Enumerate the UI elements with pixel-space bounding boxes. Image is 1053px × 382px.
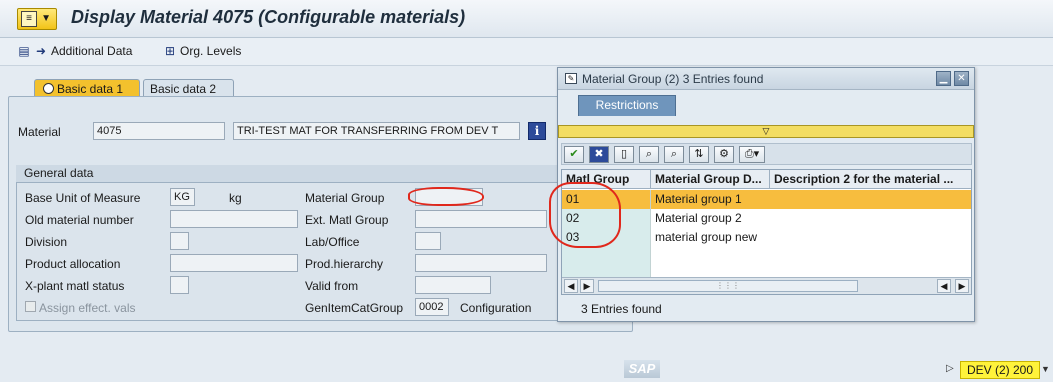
gen-item-cat-field[interactable]: 0002 <box>415 298 449 316</box>
minimize-button[interactable]: ▁ <box>936 71 951 86</box>
annotation-circle-group-keys <box>549 182 621 248</box>
empty-key-cell <box>562 247 651 277</box>
group-desc-cell: Material group 1 <box>655 192 742 206</box>
tab-label: Basic data 2 <box>150 82 217 96</box>
tab-restrictions[interactable]: Restrictions <box>578 95 676 116</box>
scroll-thumb[interactable]: ⋮⋮⋮ <box>598 280 858 292</box>
additional-data-button[interactable]: ▤ ➜ Additional Data <box>17 44 132 58</box>
xplant-status-field[interactable] <box>170 276 189 294</box>
org-levels-button[interactable]: ⊞ Org. Levels <box>163 44 241 58</box>
valid-from-field[interactable] <box>415 276 491 294</box>
system-menu-button[interactable]: ≡ ▼ <box>17 8 57 30</box>
group-desc-cell: Material group 2 <box>655 211 742 225</box>
result-grid: Matl Group Material Group D... Descripti… <box>561 169 972 295</box>
menu-icon: ≡ <box>21 11 37 27</box>
horizontal-scrollbar[interactable]: ◀ ▶ ⋮⋮⋮ ◀ ▶ <box>562 277 971 294</box>
base-uom-label: Base Unit of Measure <box>25 191 141 205</box>
general-data-title: General data <box>16 165 621 183</box>
restrictions-expand-bar[interactable]: ▽ <box>558 125 974 138</box>
material-number-field[interactable]: 4075 <box>93 122 225 140</box>
system-session-badge: DEV (2) 200 <box>960 361 1040 379</box>
gen-item-cat-text: Configuration <box>460 301 532 315</box>
sap-logo: SAP <box>624 360 660 378</box>
material-description-field[interactable]: TRI-TEST MAT FOR TRANSFERRING FROM DEV T <box>233 122 520 140</box>
lab-office-label: Lab/Office <box>305 235 360 249</box>
status-expand-icon[interactable]: ▷ <box>946 363 954 374</box>
application-toolbar: ▤ ➜ Additional Data ⊞ Org. Levels <box>0 38 1053 66</box>
group-desc-cell: material group new <box>655 230 758 244</box>
annotation-circle-material-group <box>408 187 484 206</box>
assign-effect-label: Assign effect. vals <box>39 301 136 315</box>
scroll-right-icon[interactable]: ▶ <box>580 279 594 293</box>
page-title: Display Material 4075 (Configurable mate… <box>71 7 466 27</box>
popup-edit-icon: ✎ <box>565 73 577 84</box>
table-row[interactable]: 02 Material group 2 <box>562 209 971 228</box>
grid-header: Matl Group Material Group D... Descripti… <box>562 170 971 189</box>
product-allocation-field[interactable] <box>170 254 298 272</box>
assign-effect-checkbox[interactable] <box>25 301 36 312</box>
new-document-icon[interactable]: ▯ <box>614 146 634 163</box>
base-uom-text: kg <box>229 191 242 205</box>
ext-matl-group-label: Ext. Matl Group <box>305 213 389 227</box>
lab-office-field[interactable] <box>415 232 441 250</box>
view-icon <box>43 83 54 94</box>
tab-label: Basic data 1 <box>57 82 124 96</box>
ext-matl-group-field[interactable] <box>415 210 547 228</box>
cancel-icon[interactable]: ✖ <box>589 146 609 163</box>
sort-icon[interactable]: ⇅ <box>689 146 709 163</box>
gen-item-cat-label: GenItemCatGroup <box>305 301 404 315</box>
checkmark-icon[interactable]: ✔ <box>564 146 584 163</box>
org-tree-icon: ⊞ <box>164 44 176 58</box>
find-icon[interactable]: ⌕ <box>639 146 659 163</box>
title-bar: ≡ ▼ Display Material 4075 (Configurable … <box>0 0 1053 38</box>
empty-grid-area <box>562 247 971 277</box>
popup-title-bar: ✎ Material Group (2) 3 Entries found ▁ ✕ <box>558 68 974 90</box>
division-field[interactable] <box>170 232 189 250</box>
scroll-left-end-icon[interactable]: ◀ <box>937 279 951 293</box>
xplant-status-label: X-plant matl status <box>25 279 125 293</box>
material-group-label: Material Group <box>305 191 385 205</box>
material-group-popup: ✎ Material Group (2) 3 Entries found ▁ ✕… <box>557 67 975 322</box>
popup-toolbar: ✔ ✖ ▯ ⌕ ⌕ ⇅ ⚙ ⎙▾ <box>561 143 972 165</box>
column-header-desc-2[interactable]: Description 2 for the material ... <box>770 170 971 189</box>
close-button[interactable]: ✕ <box>954 71 969 86</box>
popup-title: Material Group (2) 3 Entries found <box>582 72 764 86</box>
scroll-right-end-icon[interactable]: ▶ <box>955 279 969 293</box>
arrow-right-icon: ➜ <box>35 44 47 58</box>
division-label: Division <box>25 235 68 249</box>
base-uom-field[interactable]: KG <box>170 188 195 206</box>
chevron-down-icon: ▼ <box>41 13 51 24</box>
find-next-icon[interactable]: ⌕ <box>664 146 684 163</box>
material-label: Material <box>18 125 61 139</box>
prod-hierarchy-field[interactable] <box>415 254 547 272</box>
old-matnr-label: Old material number <box>25 213 134 227</box>
chevron-down-icon[interactable]: ▼ <box>1041 364 1050 374</box>
popup-status-text: 3 Entries found <box>581 302 662 316</box>
table-row[interactable]: 01 Material group 1 <box>562 190 971 209</box>
column-header-group-desc[interactable]: Material Group D... <box>651 170 770 189</box>
scroll-left-icon[interactable]: ◀ <box>564 279 578 293</box>
org-levels-label: Org. Levels <box>180 44 242 58</box>
valid-from-label: Valid from <box>305 279 359 293</box>
old-matnr-field[interactable] <box>170 210 298 228</box>
additional-data-label: Additional Data <box>51 44 133 58</box>
print-icon[interactable]: ⎙▾ <box>739 146 765 163</box>
document-icon: ▤ <box>18 44 30 58</box>
settings-icon[interactable]: ⚙ <box>714 146 734 163</box>
table-row[interactable]: 03 material group new <box>562 228 971 247</box>
prod-hierarchy-label: Prod.hierarchy <box>305 257 384 271</box>
status-bar <box>0 357 1053 382</box>
info-icon[interactable]: i <box>528 122 546 140</box>
product-allocation-label: Product allocation <box>25 257 121 271</box>
